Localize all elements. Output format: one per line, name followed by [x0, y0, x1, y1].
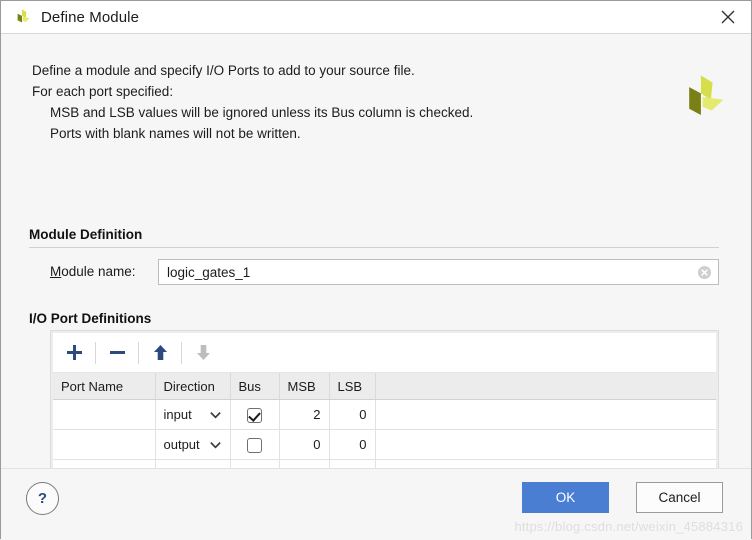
column-header-bus[interactable]: Bus: [230, 373, 280, 400]
module-name-input[interactable]: [159, 261, 695, 283]
remove-port-button[interactable]: [96, 334, 138, 371]
direction-value: output: [163, 437, 200, 452]
cell-msb[interactable]: 0: [279, 429, 330, 460]
cell-bus[interactable]: [230, 429, 280, 460]
io-ports-heading: I/O Port Definitions: [29, 311, 152, 326]
column-header-lsb[interactable]: LSB: [329, 373, 376, 400]
column-header-msb[interactable]: MSB: [279, 373, 330, 400]
cell-lsb[interactable]: 0: [329, 399, 376, 430]
cell-direction[interactable]: output: [155, 429, 231, 460]
cell-filler: [375, 399, 716, 430]
chevron-down-icon[interactable]: [209, 408, 222, 421]
module-name-mnemonic: M: [50, 264, 62, 279]
column-header-port-name[interactable]: Port Name: [53, 373, 156, 400]
direction-value: input: [163, 407, 192, 422]
description-line-3: MSB and LSB values will be ignored unles…: [50, 105, 474, 120]
column-header-direction[interactable]: Direction: [155, 373, 231, 400]
module-definition-divider: [29, 247, 719, 248]
close-icon[interactable]: [705, 1, 751, 32]
cell-port-name[interactable]: [53, 429, 156, 460]
help-button[interactable]: ?: [26, 482, 59, 515]
cell-msb[interactable]: 2: [279, 399, 330, 430]
cell-lsb[interactable]: 0: [329, 429, 376, 460]
cell-filler: [375, 429, 716, 460]
arrow-down-icon: [196, 345, 210, 360]
cell-port-name[interactable]: [53, 399, 156, 430]
description-line-1: Define a module and specify I/O Ports to…: [32, 63, 415, 78]
column-header-filler: [375, 373, 716, 400]
bus-checkbox[interactable]: [247, 407, 262, 423]
io-ports-toolbar: [53, 333, 716, 373]
description-line-4: Ports with blank names will not be writt…: [50, 126, 301, 141]
watermark-text: https://blog.csdn.net/weixin_45884316: [514, 519, 743, 534]
define-module-dialog: Define Module Define a module and specif…: [0, 0, 752, 540]
module-name-label-rest: odule name:: [61, 264, 136, 279]
table-row[interactable]: input 2 0: [53, 399, 716, 430]
chevron-down-icon[interactable]: [209, 438, 222, 451]
bus-checkbox[interactable]: [247, 437, 262, 453]
module-name-field-wrapper: [158, 259, 719, 285]
description-block: Define a module and specify I/O Ports to…: [32, 60, 473, 144]
dialog-body: Define a module and specify I/O Ports to…: [1, 34, 751, 500]
xilinx-logo-icon: [17, 9, 30, 23]
minus-icon: [109, 351, 125, 354]
plus-icon: [66, 345, 82, 360]
module-name-label: Module name:: [50, 264, 136, 279]
title-bar: Define Module: [1, 1, 751, 34]
move-up-button[interactable]: [139, 334, 181, 371]
window-title: Define Module: [41, 8, 140, 26]
cell-bus[interactable]: [230, 399, 280, 430]
module-definition-heading: Module Definition: [29, 227, 143, 242]
move-down-button[interactable]: [182, 334, 224, 371]
table-row[interactable]: output 0 0: [53, 429, 716, 460]
cell-direction[interactable]: input: [155, 399, 231, 430]
ok-button[interactable]: OK: [522, 482, 609, 513]
cancel-button[interactable]: Cancel: [636, 482, 723, 513]
clear-circle-icon[interactable]: [697, 265, 712, 280]
table-header-row: Port Name Direction Bus MSB LSB: [53, 373, 716, 400]
xilinx-brand-logo-icon: [689, 75, 724, 115]
add-port-button[interactable]: [53, 334, 95, 371]
description-line-2: For each port specified:: [32, 84, 174, 99]
arrow-up-icon: [153, 345, 167, 360]
